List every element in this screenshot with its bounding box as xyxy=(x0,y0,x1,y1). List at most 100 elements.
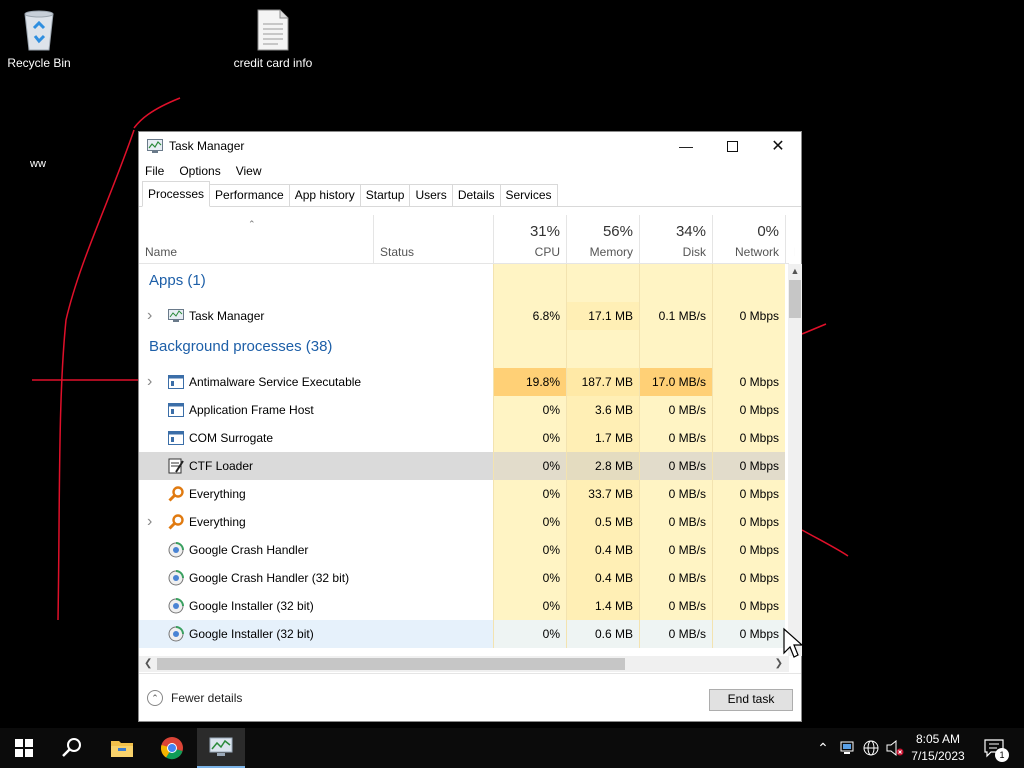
end-task-button[interactable]: End task xyxy=(709,689,793,711)
task-manager-window: Task Manager — ✕ File Options View Proce… xyxy=(138,131,802,722)
tab-services[interactable]: Services xyxy=(499,184,558,206)
start-button[interactable] xyxy=(0,728,48,768)
process-disk-value: 0 MB/s xyxy=(639,564,712,592)
fewer-details-button[interactable]: ⌃ Fewer details xyxy=(147,690,242,706)
file-explorer-icon xyxy=(111,741,133,757)
column-disk[interactable]: 34% Disk xyxy=(639,215,712,263)
process-memory-value: 0.4 MB xyxy=(566,536,639,564)
process-memory-value: 0.6 MB xyxy=(566,620,639,648)
process-cpu-value: 6.8% xyxy=(493,302,566,330)
process-cpu-value: 0% xyxy=(493,396,566,424)
scroll-left-arrow-icon[interactable]: ❮ xyxy=(144,656,152,672)
process-name: Google Crash Handler (32 bit) xyxy=(189,571,350,585)
tab-processes[interactable]: Processes xyxy=(142,181,211,207)
process-network-value: 0 Mbps xyxy=(712,396,785,424)
expand-chevron-icon[interactable]: › xyxy=(147,368,152,396)
process-memory-value: 2.8 MB xyxy=(566,452,639,480)
process-disk-value: 0 MB/s xyxy=(639,452,712,480)
process-cpu-value: 0% xyxy=(493,564,566,592)
minimize-button[interactable]: — xyxy=(663,132,709,160)
process-row[interactable]: Google Crash Handler (32 bit) 0% 0.4 MB 0 M… xyxy=(139,564,789,592)
process-row[interactable]: › Task Manager 6.8% 17.1 MB 0.1 MB/s 0 Mbps xyxy=(139,302,789,330)
chrome-button[interactable] xyxy=(148,728,196,768)
heat-cell-bg xyxy=(712,264,785,302)
menu-file[interactable]: File xyxy=(145,164,164,178)
process-row[interactable]: COM Surrogate 0% 1.7 MB 0 MB/s 0 Mbps xyxy=(139,424,789,452)
notification-center-button[interactable]: 1 xyxy=(978,728,1010,768)
menu-bar: File Options View xyxy=(139,160,801,182)
desktop-icon-recycle-bin[interactable]: Recycle Bin xyxy=(0,8,79,71)
tab-strip: Processes Performance App history Startu… xyxy=(139,181,801,207)
process-memory-value: 1.7 MB xyxy=(566,424,639,452)
sort-ascending-icon: ⌃ xyxy=(248,219,256,229)
group-header-label: Background processes (38) xyxy=(149,338,333,355)
tab-app-history[interactable]: App history xyxy=(288,184,361,206)
google-update-icon xyxy=(168,598,184,614)
task-manager-taskbar-button[interactable] xyxy=(197,728,245,768)
heat-cell-bg xyxy=(493,330,566,368)
title-bar[interactable]: Task Manager — ✕ xyxy=(139,132,801,160)
horizontal-scrollbar[interactable]: ❮ ❯ xyxy=(139,656,789,672)
tab-users[interactable]: Users xyxy=(409,184,453,206)
process-cpu-value: 0% xyxy=(493,480,566,508)
process-memory-value: 187.7 MB xyxy=(566,368,639,396)
process-cpu-value: 0% xyxy=(493,508,566,536)
horizontal-scroll-thumb[interactable] xyxy=(157,658,625,670)
group-header-background-processes[interactable]: Background processes (38) xyxy=(139,330,789,368)
process-row[interactable]: › Everything 0% 0.5 MB 0 MB/s 0 Mbps xyxy=(139,508,789,536)
maximize-button[interactable] xyxy=(709,132,755,160)
tab-performance[interactable]: Performance xyxy=(209,184,290,206)
service-window-icon xyxy=(168,402,184,418)
process-row[interactable]: Everything 0% 33.7 MB 0 MB/s 0 Mbps xyxy=(139,480,789,508)
heat-cell-bg xyxy=(493,264,566,302)
heat-cell-bg xyxy=(566,264,639,302)
clock-date: 7/15/2023 xyxy=(911,749,965,763)
process-disk-value: 0 MB/s xyxy=(639,396,712,424)
column-name[interactable]: ⌃ Name xyxy=(139,215,373,263)
process-row[interactable]: Google Installer (32 bit) 0% 1.4 MB 0 MB/s 0… xyxy=(139,592,789,620)
language-tray-button[interactable] xyxy=(860,728,882,768)
tab-startup[interactable]: Startup xyxy=(359,184,411,206)
scroll-up-arrow-icon[interactable]: ▲ xyxy=(788,264,802,278)
menu-options[interactable]: Options xyxy=(179,164,220,178)
process-name: Google Installer (32 bit) xyxy=(189,627,314,641)
process-name: Google Installer (32 bit) xyxy=(189,599,314,613)
file-explorer-button[interactable] xyxy=(98,728,146,768)
process-list: Apps (1) › Task Manager 6.8% 17.1 MB 0.1 MB/s… xyxy=(139,264,789,656)
process-network-value: 0 Mbps xyxy=(712,620,785,648)
expand-chevron-icon[interactable]: › xyxy=(147,302,152,330)
process-network-value: 0 Mbps xyxy=(712,564,785,592)
process-row[interactable]: › Antimalware Service Executable 19.8% 187.… xyxy=(139,368,789,396)
column-power-partial[interactable]: P xyxy=(785,215,795,263)
taskbar-clock[interactable]: 8:05 AM 7/15/2023 xyxy=(900,731,976,765)
column-cpu[interactable]: 31% CPU xyxy=(493,215,566,263)
process-network-value: 0 Mbps xyxy=(712,480,785,508)
group-header-apps[interactable]: Apps (1) xyxy=(139,264,789,302)
close-button[interactable]: ✕ xyxy=(755,132,801,160)
show-hidden-icons-button[interactable]: ⌃ xyxy=(813,728,833,768)
mouse-pointer-icon xyxy=(783,627,804,658)
task-manager-icon xyxy=(147,139,163,153)
process-row[interactable]: Google Installer (32 bit) 0% 0.6 MB 0 MB/s 0… xyxy=(139,620,789,648)
column-status[interactable]: Status xyxy=(373,215,493,263)
process-row[interactable]: CTF Loader 0% 2.8 MB 0 MB/s 0 Mbps xyxy=(139,452,789,480)
process-row[interactable]: Google Crash Handler 0% 0.4 MB 0 MB/s 0 Mbps xyxy=(139,536,789,564)
vertical-scrollbar[interactable]: ▲ xyxy=(788,264,802,656)
column-network[interactable]: 0% Network xyxy=(712,215,785,263)
network-tray-button[interactable] xyxy=(837,728,857,768)
process-network-value: 0 Mbps xyxy=(712,536,785,564)
expand-chevron-icon[interactable]: › xyxy=(147,508,152,536)
vertical-scroll-thumb[interactable] xyxy=(789,280,801,318)
search-button[interactable] xyxy=(48,728,96,768)
network-icon xyxy=(840,741,854,754)
process-cpu-value: 0% xyxy=(493,592,566,620)
tab-details[interactable]: Details xyxy=(451,184,501,206)
process-disk-value: 0 MB/s xyxy=(639,480,712,508)
heat-cell-bg xyxy=(566,330,639,368)
column-memory[interactable]: 56% Memory xyxy=(566,215,639,263)
process-row[interactable]: Application Frame Host 0% 3.6 MB 0 MB/s 0 Mb… xyxy=(139,396,789,424)
task-manager-icon xyxy=(168,308,184,324)
google-update-icon xyxy=(168,626,184,642)
menu-view[interactable]: View xyxy=(236,164,262,178)
desktop-icon-credit-card-info[interactable]: credit card info xyxy=(233,8,313,71)
